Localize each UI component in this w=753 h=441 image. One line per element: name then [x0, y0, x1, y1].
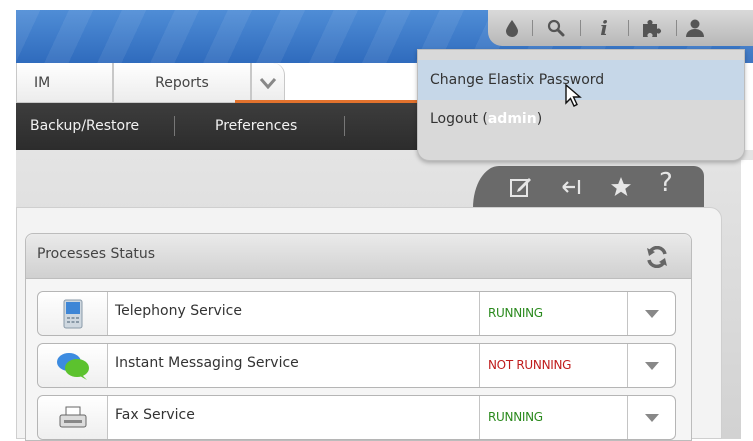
chevron-down-icon: [645, 413, 659, 422]
user-icon[interactable]: [676, 15, 713, 41]
chat-bubble-icon: [38, 344, 108, 387]
process-row-fax: Fax Service RUNNING: [37, 395, 676, 440]
status-badge: RUNNING: [479, 396, 627, 439]
search-icon[interactable]: [532, 15, 580, 41]
star-icon[interactable]: [609, 175, 633, 203]
logout-suffix: ): [536, 111, 543, 127]
top-icon-bar: i: [488, 10, 753, 46]
tab-reports-label: Reports: [155, 74, 209, 91]
logout-prefix: Logout (: [430, 111, 488, 127]
mouse-cursor-icon: [565, 84, 582, 107]
page-edge: [741, 160, 753, 439]
logout-menu-item[interactable]: Logout (admin): [430, 111, 542, 127]
tab-im-label: IM: [34, 74, 51, 91]
menu-separator: [174, 116, 175, 136]
phone-icon: [38, 292, 108, 335]
water-drop-icon[interactable]: [492, 15, 532, 41]
panel-title: Processes Status: [37, 246, 156, 262]
chevron-down-icon: [645, 309, 659, 318]
help-icon[interactable]: ?: [659, 168, 673, 198]
process-actions-dropdown[interactable]: [627, 292, 676, 335]
chevron-down-icon: [645, 361, 659, 370]
menu-item-preferences[interactable]: Preferences: [215, 118, 297, 134]
process-name: Telephony Service: [115, 303, 242, 319]
tabs-more-button[interactable]: [251, 63, 285, 103]
process-name: Instant Messaging Service: [115, 355, 299, 371]
info-icon[interactable]: i: [580, 15, 628, 41]
submenu-bar: Backup/Restore Preferences: [16, 103, 417, 150]
puzzle-icon[interactable]: [628, 15, 676, 41]
status-badge: NOT RUNNING: [479, 344, 627, 387]
edit-icon[interactable]: [509, 175, 533, 203]
logout-username: admin: [487, 111, 537, 127]
panel-header: Processes Status: [26, 234, 691, 279]
process-row-telephony: Telephony Service RUNNING: [37, 291, 676, 336]
process-actions-dropdown[interactable]: [627, 396, 676, 439]
process-row-instant-messaging: Instant Messaging Service NOT RUNNING: [37, 343, 676, 388]
collapse-icon[interactable]: [559, 175, 583, 203]
menu-item-backup-restore[interactable]: Backup/Restore: [30, 118, 139, 134]
tab-reports[interactable]: Reports: [113, 63, 251, 103]
module-tabs: IM Reports: [16, 63, 417, 103]
tab-im[interactable]: IM: [16, 63, 113, 103]
process-name: Fax Service: [115, 407, 195, 423]
processes-status-panel: Processes Status Telephony Service RUNNI…: [25, 233, 692, 441]
status-badge: RUNNING: [479, 292, 627, 335]
chevron-down-icon: [259, 77, 277, 89]
fax-icon: [38, 396, 108, 439]
process-actions-dropdown[interactable]: [627, 344, 676, 387]
menu-separator: [344, 116, 345, 136]
refresh-icon[interactable]: [645, 245, 669, 272]
module-toolbar: ?: [473, 166, 704, 208]
